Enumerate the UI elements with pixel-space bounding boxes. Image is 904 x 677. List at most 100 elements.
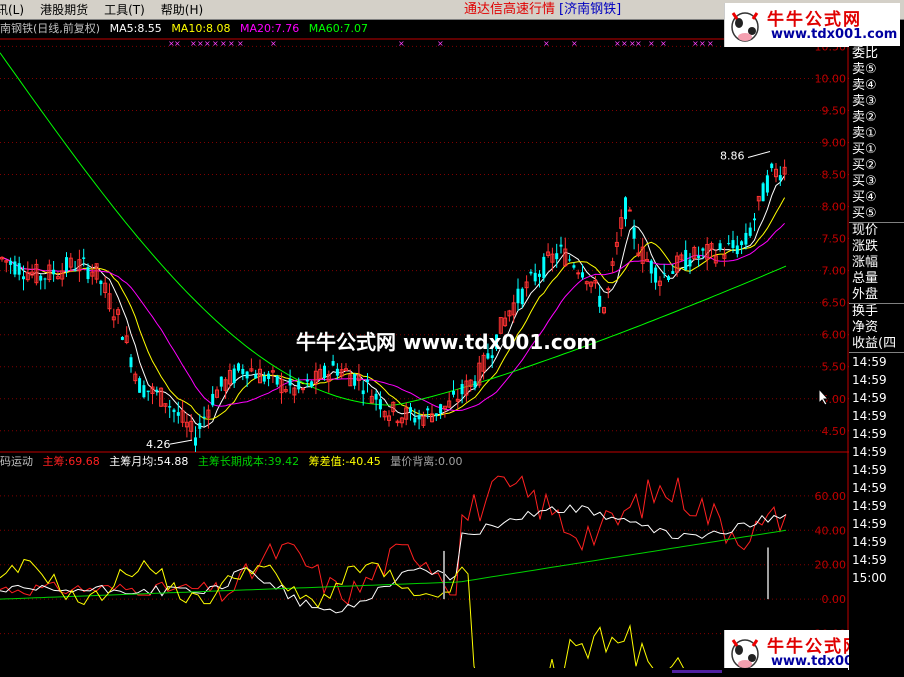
- signal-marker: ×: [228, 39, 235, 48]
- cow-icon: [731, 12, 759, 42]
- time-label-11: 14:59: [852, 553, 887, 567]
- price-tick-label: 9.50: [822, 104, 847, 117]
- sub-tick-label: 60.00: [815, 490, 847, 503]
- candle-body-down: [43, 278, 47, 280]
- main-indicator-legend: 南钢铁(日线,前复权) MA5:8.55 MA10:8.08 MA20:7.76…: [0, 21, 374, 37]
- candle-body-down: [409, 407, 412, 413]
- candle-body-down: [417, 415, 421, 420]
- price-tick-label: 7.50: [822, 233, 847, 246]
- candle-body-down: [701, 248, 705, 251]
- sub-tick-label: 20.00: [815, 559, 847, 572]
- scroll-thumb[interactable]: [672, 670, 722, 673]
- order-book-label-8: 买③: [852, 174, 877, 189]
- signal-marker: ×: [212, 39, 219, 48]
- candle-body-down: [310, 381, 314, 387]
- candle-body-down: [202, 416, 206, 419]
- candle-body-down: [452, 390, 455, 395]
- candle-body-down: [198, 423, 202, 429]
- signal-marker: ×: [660, 39, 667, 48]
- time-label-6: 14:59: [852, 463, 887, 477]
- price-tick-label: 8.00: [822, 201, 847, 214]
- candle-body-down: [194, 437, 197, 446]
- candle-body-down: [439, 404, 443, 414]
- misc-label-1: 净资: [852, 320, 879, 335]
- candle-body-down: [378, 399, 382, 410]
- ma5-label: MA5:8.55: [109, 22, 162, 35]
- candle-body-down: [237, 363, 240, 371]
- candle-body-down: [288, 378, 292, 386]
- ma20-label: MA20:7.76: [240, 22, 300, 35]
- candle-body-down: [748, 227, 752, 236]
- misc-label-2: 收益(四: [852, 336, 897, 351]
- candle-body-down: [245, 371, 249, 379]
- price-tick-label: 6.00: [822, 329, 847, 342]
- candle-body-down: [778, 175, 782, 181]
- candle-body-down: [323, 365, 326, 378]
- price-tick-label: 8.50: [822, 169, 847, 182]
- candle-body-down: [168, 406, 172, 408]
- candle-body-down: [533, 272, 537, 282]
- order-book-label-10: 买⑤: [852, 206, 877, 221]
- time-label-5: 14:59: [852, 445, 887, 459]
- candle-body-down: [172, 409, 176, 413]
- candle-body-down: [667, 276, 670, 281]
- candle-body-down: [267, 373, 271, 379]
- signal-marker: ×: [174, 39, 181, 48]
- menu-item-xun[interactable]: 讯(L): [0, 0, 32, 20]
- price-tick-label: 9.00: [822, 137, 847, 150]
- candle-body-down: [52, 269, 56, 275]
- candle-body-down: [718, 243, 722, 250]
- candle-body-down: [632, 227, 636, 239]
- candle-body-down: [765, 175, 769, 193]
- candle-body-down: [9, 260, 13, 265]
- candle-body-down: [374, 393, 378, 400]
- order-book-label-2: 卖④: [852, 78, 877, 93]
- low-label: 4.26: [146, 438, 171, 451]
- menu-item-hk-futures[interactable]: 港股期货: [32, 0, 96, 20]
- candle-body-down: [568, 259, 572, 261]
- zhuchou-month-line: [0, 504, 787, 614]
- candle-body-down: [275, 375, 279, 385]
- candle-body-down: [770, 163, 774, 169]
- candle-body-down: [146, 390, 150, 393]
- menu-item-tools[interactable]: 工具(T): [96, 0, 153, 20]
- candle-body-down: [39, 275, 43, 281]
- candle-body-down: [361, 390, 365, 395]
- menu-item-help[interactable]: 帮助(H): [153, 0, 211, 20]
- candle-body-down: [366, 379, 369, 382]
- vol-price-label: 量价背离:0.00: [390, 455, 463, 468]
- signal-marker: ×: [543, 39, 550, 48]
- time-label-4: 14:59: [852, 427, 887, 441]
- signal-marker: ×: [270, 39, 277, 48]
- zhuchou-label: 主筹:69.68: [42, 455, 100, 468]
- high-arrow: [747, 150, 771, 158]
- quote-label-1: 涨跌: [852, 239, 879, 254]
- candle-body-down: [559, 244, 563, 247]
- ma10-line: [1, 197, 786, 420]
- chou-diff-line: [0, 558, 787, 677]
- ma10-label: MA10:8.08: [171, 22, 231, 35]
- candle-body-down: [727, 243, 731, 245]
- bottom-scroll-strip[interactable]: [0, 668, 848, 677]
- stock-title: [济南钢铁]: [559, 2, 622, 17]
- time-label-2: 14:59: [852, 391, 887, 405]
- app-title: 通达信高速行情: [464, 2, 556, 17]
- order-book-label-9: 买④: [852, 190, 877, 205]
- candle-body-down: [155, 389, 159, 392]
- candle-body-down: [572, 265, 576, 268]
- candle-body-down: [426, 408, 430, 411]
- low-arrow: [169, 439, 193, 445]
- candle-body-down: [120, 336, 124, 340]
- candle-body-down: [516, 288, 520, 304]
- candle-body-down: [520, 288, 524, 305]
- price-tick-label: 6.50: [822, 297, 847, 310]
- signal-marker: ×: [699, 39, 706, 48]
- watermark-text: 牛牛公式网 www.tdx001.com: [296, 330, 598, 354]
- window-title: 通达信高速行情 [济南钢铁]: [464, 0, 621, 20]
- candle-body-down: [262, 375, 266, 382]
- sub-tick-label: 0.00: [822, 593, 847, 606]
- candle-body-down: [353, 374, 357, 386]
- candle-body-up: [576, 272, 581, 275]
- candle-body-up: [627, 209, 632, 212]
- time-label-7: 14:59: [852, 481, 887, 495]
